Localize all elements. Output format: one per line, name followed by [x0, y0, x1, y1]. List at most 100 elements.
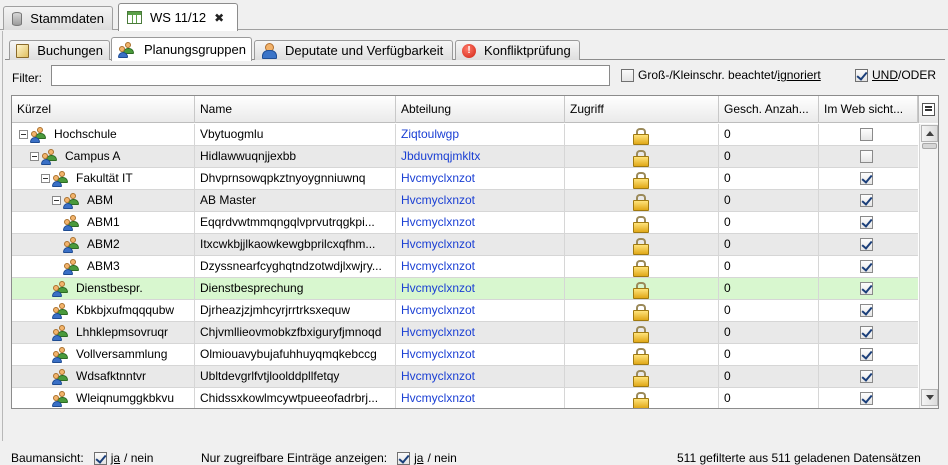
- cell-abteilung[interactable]: Ziqtoulwgp: [396, 124, 565, 146]
- tree-view-ja[interactable]: ja: [111, 451, 120, 465]
- table-row[interactable]: Wdsafktnntvr Ubltdevgrlfvtjloolddpllfetqy…: [12, 366, 918, 388]
- table-row[interactable]: Kbkbjxufmqqqubw Djrheazjzjmhcyrjrrtrksxeq…: [12, 300, 918, 322]
- cell-kuerzel: Fakultät IT: [12, 168, 195, 190]
- table-row[interactable]: ABM AB Master Hvcmyclxnzot 0: [12, 190, 918, 212]
- filter-input[interactable]: [51, 65, 610, 86]
- group-icon: [52, 390, 70, 407]
- cell-abteilung[interactable]: Hvcmyclxnzot: [396, 388, 565, 408]
- scroll-down-button[interactable]: [921, 389, 938, 406]
- cell-abteilung[interactable]: Hvcmyclxnzot: [396, 190, 565, 212]
- table-row[interactable]: ABM2 Itxcwkbjjlkaowkewgbprilcxqfhm... Hvcm…: [12, 234, 918, 256]
- web-visible-checkbox[interactable]: [860, 150, 873, 163]
- cell-abteilung[interactable]: Hvcmyclxnzot: [396, 234, 565, 256]
- cell-abteilung[interactable]: Hvcmyclxnzot: [396, 278, 565, 300]
- cell-anzahl: 0: [719, 344, 819, 366]
- web-visible-checkbox[interactable]: [860, 326, 873, 339]
- group-icon: [52, 302, 70, 319]
- cell-name: Eqqrdvwtmmqngqlvprvutrqgkpi...: [195, 212, 396, 234]
- tab-deputate[interactable]: Deputate und Verfügbarkeit: [254, 40, 453, 60]
- web-visible-checkbox[interactable]: [860, 370, 873, 383]
- column-header-name[interactable]: Name: [195, 96, 396, 123]
- web-visible-checkbox[interactable]: [860, 392, 873, 405]
- web-visible-checkbox[interactable]: [860, 260, 873, 273]
- web-visible-checkbox[interactable]: [860, 172, 873, 185]
- collapse-icon[interactable]: [52, 196, 61, 205]
- access-only-nein[interactable]: / nein: [427, 451, 456, 465]
- cell-abteilung[interactable]: Hvcmyclxnzot: [396, 212, 565, 234]
- group-icon: [52, 324, 70, 341]
- scroll-thumb[interactable]: [922, 143, 937, 149]
- lock-icon: [633, 348, 649, 365]
- und-checkbox[interactable]: [855, 68, 868, 82]
- cell-abteilung[interactable]: Hvcmyclxnzot: [396, 322, 565, 344]
- web-visible-checkbox[interactable]: [860, 128, 873, 141]
- cell-anzahl: 0: [719, 322, 819, 344]
- web-visible-checkbox[interactable]: [860, 216, 873, 229]
- tree-view-nein[interactable]: / nein: [124, 451, 153, 465]
- tab-ws-11-12[interactable]: WS 11/12 ✖: [118, 3, 238, 31]
- close-icon[interactable]: ✖: [214, 11, 224, 25]
- table-row[interactable]: Lhhklepmsovruqr Chjvmllieovmobkzfbxiguryf…: [12, 322, 918, 344]
- cell-zugriff: [565, 212, 719, 234]
- collapse-icon[interactable]: [41, 174, 50, 183]
- case-sensitive-checkbox[interactable]: [621, 68, 634, 82]
- access-only-checkbox[interactable]: [397, 451, 411, 465]
- cell-abteilung[interactable]: Jbduvmqjmkltx: [396, 146, 565, 168]
- kuerzel-text: ABM1: [87, 215, 120, 229]
- column-header-zugriff[interactable]: Zugriff: [565, 96, 719, 123]
- vertical-scrollbar[interactable]: [919, 124, 938, 408]
- column-header-web[interactable]: Im Web sicht...: [819, 96, 918, 123]
- column-header-anzahl[interactable]: Gesch. Anzah...: [719, 96, 819, 123]
- cell-anzahl: 0: [719, 146, 819, 168]
- tab-label: Deputate und Verfügbarkeit: [285, 43, 444, 58]
- group-icon: [52, 280, 70, 297]
- tab-planungsgruppen[interactable]: Planungsgruppen: [111, 37, 252, 61]
- cell-anzahl: 0: [719, 234, 819, 256]
- scroll-up-button[interactable]: [921, 125, 938, 142]
- table-row[interactable]: Dienstbespr. Dienstbesprechung Hvcmyclxnzo…: [12, 278, 918, 300]
- tab-konfliktpruefung[interactable]: ! Konfliktprüfung: [455, 40, 580, 60]
- access-only-ja[interactable]: ja: [414, 451, 423, 465]
- cell-zugriff: [565, 234, 719, 256]
- record-count: 511 gefilterte aus 511 geladenen Datensä…: [677, 451, 921, 465]
- cell-anzahl: 0: [719, 366, 819, 388]
- table-row[interactable]: Fakultät IT Dhvprnsowqpkztnyoygnniuwnq Hvc…: [12, 168, 918, 190]
- column-header-abteilung[interactable]: Abteilung: [396, 96, 565, 123]
- collapse-icon[interactable]: [19, 130, 28, 139]
- cell-abteilung[interactable]: Hvcmyclxnzot: [396, 256, 565, 278]
- table-row[interactable]: Hochschule Vbytuogmlu Ziqtoulwgp 0: [12, 124, 918, 146]
- tree-view-checkbox[interactable]: [93, 451, 107, 465]
- case-sensitive-option[interactable]: Groß-/Kleinschr. beachtet/ignoriert: [621, 68, 821, 82]
- web-visible-checkbox[interactable]: [860, 348, 873, 361]
- collapse-icon[interactable]: [30, 152, 39, 161]
- kuerzel-text: ABM3: [87, 259, 120, 273]
- cell-abteilung[interactable]: Hvcmyclxnzot: [396, 366, 565, 388]
- und-oder-option[interactable]: UND/ODER: [855, 68, 936, 82]
- tab-buchungen[interactable]: Buchungen: [9, 40, 110, 60]
- kuerzel-text: ABM: [87, 193, 114, 207]
- case-label: Groß-/Kleinschr. beachtet/: [638, 68, 778, 82]
- kuerzel-text: Dienstbespr.: [76, 281, 143, 295]
- table-row[interactable]: ABM1 Eqqrdvwtmmqngqlvprvutrqgkpi... Hvcmyc…: [12, 212, 918, 234]
- kuerzel-text: Vollversammlung: [76, 347, 168, 361]
- lock-icon: [633, 370, 649, 387]
- web-visible-checkbox[interactable]: [860, 238, 873, 251]
- cell-abteilung[interactable]: Hvcmyclxnzot: [396, 344, 565, 366]
- cell-name: Itxcwkbjjlkaowkewgbprilcxqfhm...: [195, 234, 396, 256]
- table-row[interactable]: Vollversammlung Olmiouavybujafuhhuyqmqkeb…: [12, 344, 918, 366]
- tab-stammdaten[interactable]: Stammdaten: [3, 6, 113, 30]
- web-visible-checkbox[interactable]: [860, 304, 873, 317]
- cell-abteilung[interactable]: Hvcmyclxnzot: [396, 168, 565, 190]
- table-row[interactable]: Campus A Hidlawwuqnjjexbb Jbduvmqjmkltx 0: [12, 146, 918, 168]
- column-header-kuerzel[interactable]: Kürzel: [12, 96, 195, 123]
- kuerzel-text: Kbkbjxufmqqqubw: [76, 303, 175, 317]
- column-chooser-button[interactable]: [918, 96, 938, 123]
- cell-kuerzel: Kbkbjxufmqqqubw: [12, 300, 195, 322]
- table-row[interactable]: Wleiqnumggkbkvu Chidssxkowlmcywtpueeofadr…: [12, 388, 918, 408]
- web-visible-checkbox[interactable]: [860, 282, 873, 295]
- web-visible-checkbox[interactable]: [860, 194, 873, 207]
- table-row[interactable]: ABM3 Dzyssnearfcyghqtndzotwdjlxwjry... Hvc…: [12, 256, 918, 278]
- cell-kuerzel: ABM: [12, 190, 195, 212]
- cell-abteilung[interactable]: Hvcmyclxnzot: [396, 300, 565, 322]
- cell-name: Chidssxkowlmcywtpueeofadrbrj...: [195, 388, 396, 408]
